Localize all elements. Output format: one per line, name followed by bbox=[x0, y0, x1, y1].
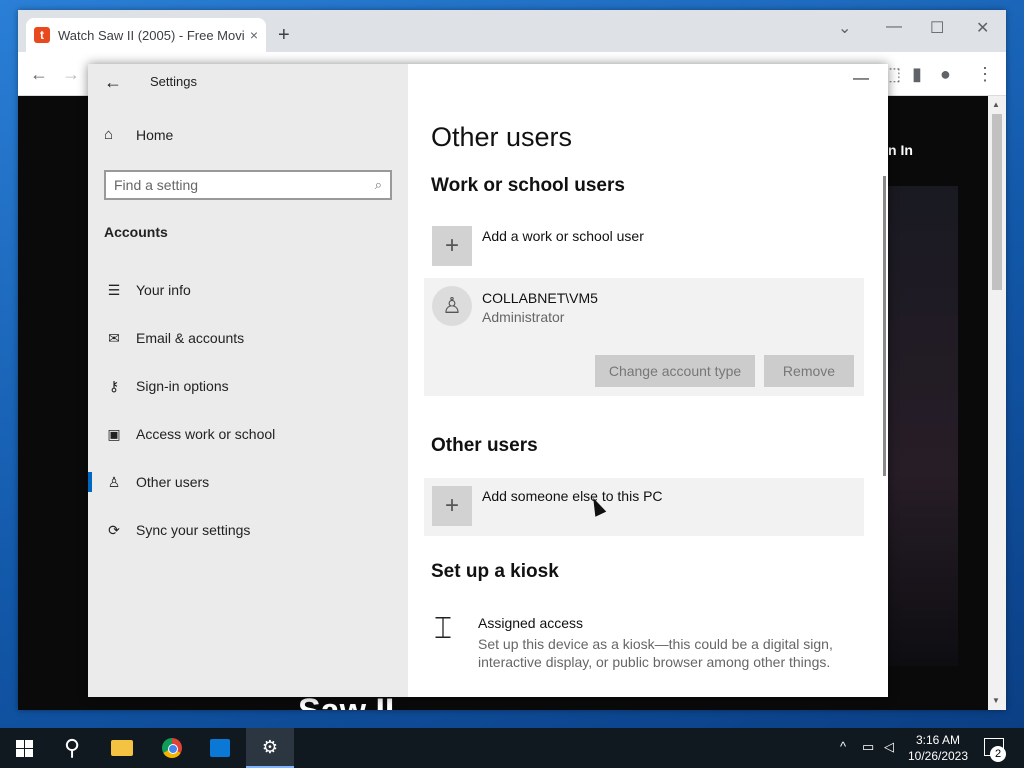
kiosk-icon: ⌶ bbox=[434, 612, 452, 645]
sidebar-item-label: Sign-in options bbox=[136, 378, 229, 394]
browser-tab[interactable]: t Watch Saw II (2005) - Free Movie × bbox=[26, 18, 266, 52]
settings-sidebar: ← Settings ⌂ Home ⌕ Accounts ☰ Your info… bbox=[88, 64, 408, 697]
sidebar-section-label: Accounts bbox=[104, 224, 168, 240]
chrome-logo-icon bbox=[162, 738, 182, 758]
clock-date: 10/26/2023 bbox=[907, 749, 969, 763]
scroll-down-icon[interactable]: ▼ bbox=[992, 696, 1000, 705]
search-input[interactable] bbox=[114, 177, 375, 193]
browser-menu-icon[interactable]: ⋮ bbox=[976, 64, 994, 85]
tab-close-icon[interactable]: × bbox=[250, 27, 258, 43]
add-someone-else-button[interactable]: + Add someone else to this PC bbox=[424, 478, 864, 536]
back-arrow-icon[interactable]: ← bbox=[30, 64, 48, 85]
notification-count-badge: 2 bbox=[990, 746, 1006, 762]
tray-chevron-icon[interactable]: ^ bbox=[840, 739, 846, 754]
sidebar-item-access-work-school[interactable]: ▣ Access work or school bbox=[88, 414, 408, 454]
profile-avatar-icon[interactable]: ● bbox=[940, 64, 951, 85]
user-account-card[interactable]: ♙ COLLABNET\VM5 Administrator Change acc… bbox=[424, 278, 864, 396]
window-title: Settings bbox=[150, 74, 197, 89]
new-tab-button[interactable]: + bbox=[278, 24, 290, 47]
start-button[interactable] bbox=[0, 728, 48, 768]
sync-icon: ⟳ bbox=[108, 521, 120, 538]
sidebar-item-email-accounts[interactable]: ✉ Email & accounts bbox=[88, 318, 408, 358]
settings-window: ← Settings ⌂ Home ⌕ Accounts ☰ Your info… bbox=[88, 64, 888, 697]
tab-title: Watch Saw II (2005) - Free Movie bbox=[58, 27, 244, 43]
mail-icon: ✉ bbox=[108, 329, 120, 346]
user-name: COLLABNET\VM5 bbox=[482, 290, 598, 306]
sign-in-link[interactable]: n In bbox=[888, 142, 913, 158]
sidebar-home[interactable]: ⌂ Home bbox=[104, 126, 173, 143]
remove-button[interactable]: Remove bbox=[764, 355, 854, 387]
scroll-up-icon[interactable]: ▲ bbox=[992, 100, 1000, 109]
add-work-school-user-button[interactable]: + Add a work or school user bbox=[424, 226, 864, 286]
add-work-school-label: Add a work or school user bbox=[482, 228, 644, 244]
back-arrow-icon[interactable]: ← bbox=[104, 72, 122, 93]
volume-muted-icon[interactable]: ◁ bbox=[884, 739, 894, 755]
change-account-type-button[interactable]: Change account type bbox=[595, 355, 755, 387]
kiosk-heading: Set up a kiosk bbox=[431, 561, 559, 582]
user-avatar-icon: ♙ bbox=[432, 286, 472, 326]
person-add-icon: ♙ bbox=[107, 473, 121, 490]
sidebar-item-sign-in-options[interactable]: ⚷ Sign-in options bbox=[88, 366, 408, 406]
sidebar-item-your-info[interactable]: ☰ Your info bbox=[88, 270, 408, 310]
sidebar-item-label: Other users bbox=[136, 474, 210, 490]
folder-icon bbox=[111, 740, 133, 756]
sidebar-home-label: Home bbox=[136, 126, 174, 143]
browser-maximize-icon[interactable]: ☐ bbox=[930, 18, 944, 38]
work-school-heading: Work or school users bbox=[431, 175, 625, 196]
add-someone-label: Add someone else to this PC bbox=[482, 488, 663, 504]
browser-scrollbar[interactable]: ▲ ▼ bbox=[988, 96, 1006, 710]
scroll-thumb[interactable] bbox=[992, 114, 1002, 290]
assigned-access-link[interactable]: Assigned access bbox=[478, 615, 583, 631]
settings-main-pane: — ☐ ✕ Other users Work or school users +… bbox=[408, 64, 888, 697]
clock-time: 3:16 AM bbox=[915, 733, 961, 747]
tab-search-icon[interactable]: ⌄ bbox=[838, 18, 851, 38]
other-users-heading: Other users bbox=[431, 435, 538, 456]
network-icon[interactable]: ▭ bbox=[862, 739, 874, 755]
settings-taskbar-icon[interactable]: ⚙ bbox=[246, 728, 294, 768]
briefcase-icon: ▣ bbox=[107, 425, 121, 442]
windows-logo-icon bbox=[15, 739, 33, 757]
key-icon: ⚷ bbox=[108, 377, 120, 394]
browser-close-icon[interactable]: ✕ bbox=[976, 18, 989, 38]
sidebar-item-label: Your info bbox=[136, 282, 191, 298]
store-icon[interactable] bbox=[196, 728, 244, 768]
search-icon[interactable]: ⌕ bbox=[375, 177, 382, 193]
browser-minimize-icon[interactable]: — bbox=[886, 18, 902, 36]
forward-arrow-icon[interactable]: → bbox=[62, 64, 80, 85]
system-clock[interactable]: 3:16 AM 10/26/2023 bbox=[900, 732, 976, 764]
assigned-access-description: Set up this device as a kiosk—this could… bbox=[478, 636, 833, 670]
settings-scrollbar[interactable] bbox=[883, 176, 886, 476]
side-panel-icon[interactable]: ▮ bbox=[912, 64, 922, 85]
taskbar-search-icon[interactable]: ⚲ bbox=[48, 728, 96, 768]
browser-tab-bar: t Watch Saw II (2005) - Free Movie × + ⌄… bbox=[18, 10, 1006, 52]
store-bag-icon bbox=[210, 739, 230, 757]
chrome-icon[interactable] bbox=[148, 728, 196, 768]
sidebar-item-label: Access work or school bbox=[136, 426, 276, 442]
plus-icon: + bbox=[432, 486, 472, 526]
user-role: Administrator bbox=[482, 309, 565, 325]
page-title: Other users bbox=[431, 122, 573, 152]
taskbar: ⚲ ⚙ ^ ▭ ◁ 3:16 AM 10/26/2023 2 bbox=[0, 728, 1024, 768]
home-icon: ⌂ bbox=[104, 126, 114, 143]
sidebar-item-label: Sync your settings bbox=[136, 522, 251, 538]
sidebar-item-sync-settings[interactable]: ⟳ Sync your settings bbox=[88, 510, 408, 550]
plus-icon: + bbox=[432, 226, 472, 266]
site-favicon-icon: t bbox=[34, 27, 50, 43]
search-box[interactable]: ⌕ bbox=[104, 170, 392, 200]
minimize-icon[interactable]: — bbox=[853, 70, 869, 88]
sidebar-item-label: Email & accounts bbox=[136, 330, 245, 346]
person-card-icon: ☰ bbox=[107, 281, 121, 298]
file-explorer-icon[interactable] bbox=[98, 728, 146, 768]
sidebar-item-other-users[interactable]: ♙ Other users bbox=[88, 462, 408, 502]
